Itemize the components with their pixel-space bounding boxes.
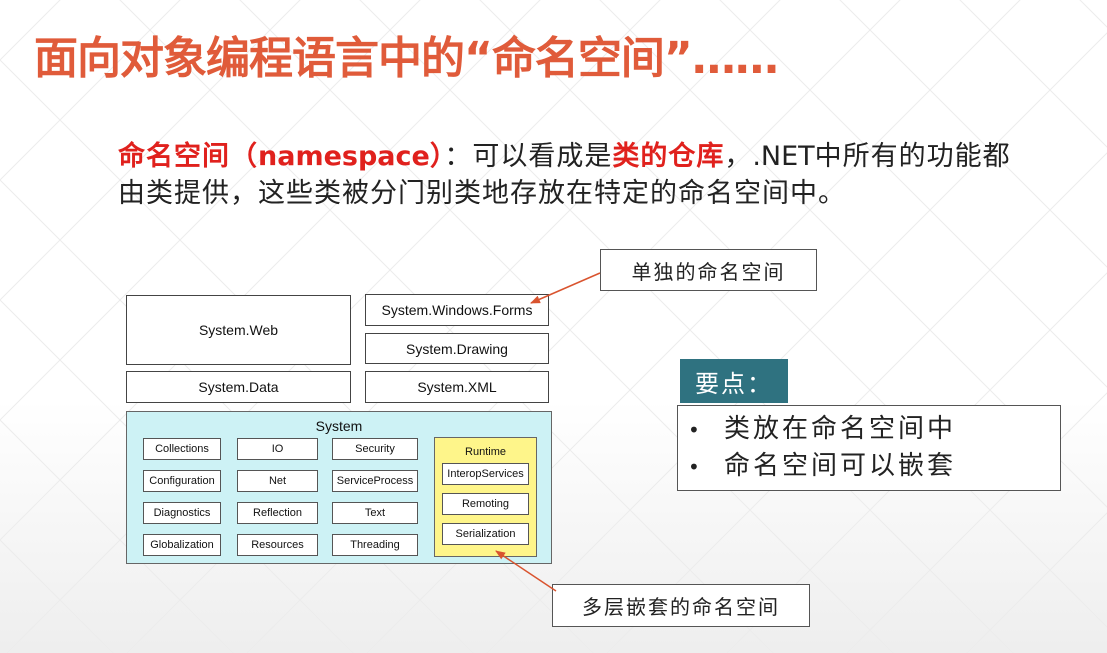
callout-single-namespace: 单独的命名空间 [600, 249, 817, 291]
namespace-threading: Threading [332, 534, 418, 556]
namespace-diagnostics: Diagnostics [143, 502, 221, 524]
bullet-icon: • [688, 418, 703, 442]
system-label: System [315, 418, 363, 434]
keypoint-item: • 类放在命名空间中 [688, 411, 1060, 448]
namespace-collections: Collections [143, 438, 221, 460]
namespace-serialization: Serialization [442, 523, 529, 545]
bullet-icon: • [688, 455, 703, 479]
namespace-net: Net [237, 470, 318, 492]
namespace-security: Security [332, 438, 418, 460]
keypoint-item: • 命名空间可以嵌套 [688, 448, 1060, 485]
namespace-text: Text [332, 502, 418, 524]
namespace-system-drawing: System.Drawing [365, 333, 549, 364]
runtime-label: Runtime [465, 446, 506, 458]
namespace-system-windows-forms: System.Windows.Forms [365, 294, 549, 326]
namespace-remoting: Remoting [442, 493, 529, 515]
namespace-system-xml: System.XML [365, 371, 549, 403]
namespace-configuration: Configuration [143, 470, 221, 492]
namespace-diagram: System.Web System.Windows.Forms System.D… [0, 0, 1107, 653]
namespace-system-web: System.Web [126, 295, 351, 365]
keypoint-text: 类放在命名空间中 [724, 414, 957, 444]
keypoints-header: 要点： [680, 359, 788, 403]
namespace-interopservices: InteropServices [442, 463, 529, 485]
keypoints-list: • 类放在命名空间中 • 命名空间可以嵌套 [677, 405, 1061, 491]
namespace-globalization: Globalization [143, 534, 221, 556]
namespace-reflection: Reflection [237, 502, 318, 524]
namespace-resources: Resources [237, 534, 318, 556]
namespace-serviceprocess: ServiceProcess [332, 470, 418, 492]
namespace-system-data: System.Data [126, 371, 351, 403]
namespace-io: IO [237, 438, 318, 460]
callout-nested-namespace: 多层嵌套的命名空间 [552, 584, 810, 627]
keypoint-text: 命名空间可以嵌套 [724, 451, 957, 481]
